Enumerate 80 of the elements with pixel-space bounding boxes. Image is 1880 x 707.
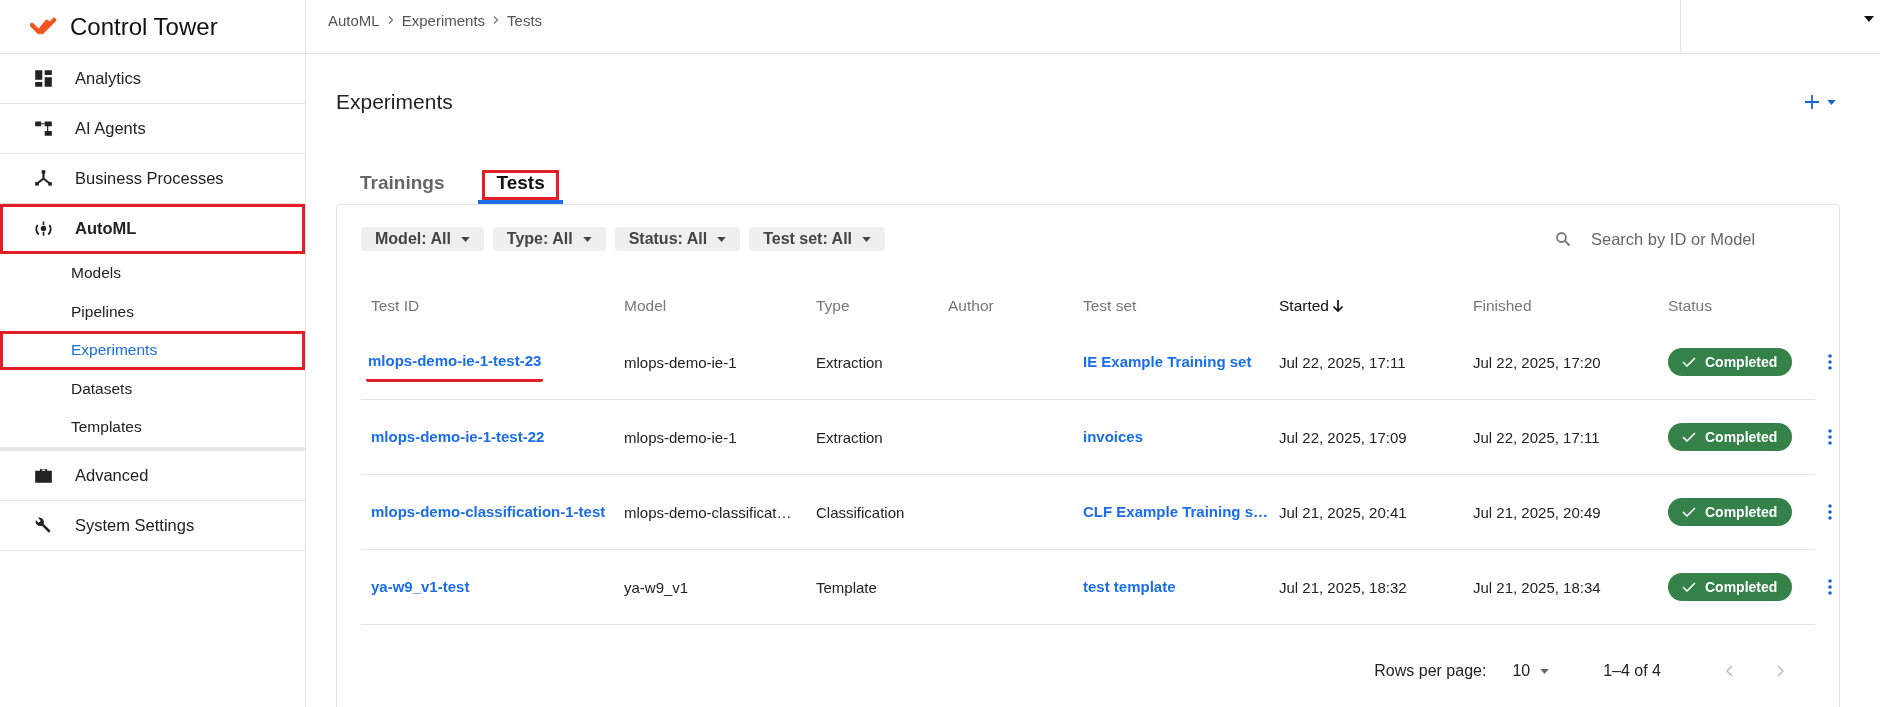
table-cell: Classification <box>816 503 905 521</box>
test-set-link[interactable]: invoices <box>1083 427 1144 447</box>
column-header[interactable]: Started <box>1269 297 1463 315</box>
arrow-down-icon <box>1332 299 1344 313</box>
filter-dropdown[interactable]: Test set: All <box>749 227 886 251</box>
rows-per-page-select[interactable]: 10 <box>1506 661 1556 681</box>
caret-down-icon <box>460 236 470 242</box>
sidebar-subitem[interactable]: Pipelines <box>0 292 305 331</box>
breadcrumb-link[interactable]: Experiments <box>401 11 486 29</box>
table-cell: Extraction <box>816 428 883 446</box>
table-cell: Extraction <box>816 353 883 371</box>
more-vertical-icon[interactable] <box>1828 579 1832 595</box>
column-header[interactable]: Test ID <box>361 297 614 315</box>
page-range: 1–4 of 4 <box>1603 662 1661 680</box>
status-badge: Completed <box>1668 498 1793 526</box>
table-cell: mlops-demo-ie-1 <box>624 428 737 446</box>
app-title: Control Tower <box>70 12 218 41</box>
table-cell: Jul 22, 2025, 17:20 <box>1473 353 1601 371</box>
tab[interactable]: Tests <box>478 166 563 204</box>
test-set-link[interactable]: IE Example Training set <box>1083 352 1252 372</box>
test-id-link[interactable]: ya-w9_v1-test <box>371 577 470 597</box>
caret-down-icon <box>1827 99 1836 105</box>
test-id-link[interactable]: mlops-demo-classification-1-test <box>371 502 606 522</box>
breadcrumb-link[interactable]: Tests <box>507 11 543 29</box>
sidebar-item[interactable]: System Settings <box>0 500 305 551</box>
column-header[interactable]: Author <box>938 297 1073 315</box>
caret-down-icon <box>862 236 872 242</box>
column-header[interactable]: Model <box>614 297 806 315</box>
sidebar-item[interactable]: AI Agents <box>0 104 305 154</box>
status-badge: Completed <box>1668 348 1793 376</box>
table-cell: Jul 21, 2025, 18:32 <box>1279 578 1407 596</box>
column-header[interactable]: Type <box>806 297 938 315</box>
sidebar-item[interactable]: Business Processes <box>0 154 305 204</box>
table-cell: mlops-demo-classificat… <box>624 503 792 521</box>
rows-per-page-label: Rows per page: <box>1374 662 1487 680</box>
table-cell: Jul 22, 2025, 17:11 <box>1279 353 1406 371</box>
table-cell: Jul 22, 2025, 17:09 <box>1279 428 1407 446</box>
page-title: Experiments <box>336 90 453 114</box>
caret-down-icon <box>1540 668 1550 674</box>
filter-dropdown[interactable]: Status: All <box>614 227 741 251</box>
sidebar-subitem[interactable]: Templates <box>0 408 305 447</box>
sidebar-subitem[interactable]: Datasets <box>0 369 305 408</box>
caret-down-icon[interactable] <box>1864 16 1874 22</box>
table-cell: Template <box>816 578 877 596</box>
status-badge: Completed <box>1668 573 1793 601</box>
cycle-icon <box>34 219 53 238</box>
sidebar-item[interactable]: AutoML <box>0 204 305 254</box>
caret-down-icon <box>717 236 727 242</box>
sidebar-item[interactable]: Analytics <box>0 54 305 104</box>
sidebar-subitem[interactable]: Experiments <box>0 331 305 370</box>
table-cell: ya-w9_v1 <box>624 578 689 596</box>
more-vertical-icon[interactable] <box>1828 429 1832 445</box>
sidebar-subitem[interactable]: Models <box>0 254 305 293</box>
status-badge: Completed <box>1668 423 1793 451</box>
search-icon <box>1555 231 1571 247</box>
branch-icon <box>34 169 53 188</box>
tab[interactable]: Trainings <box>350 166 455 204</box>
table-cell: Jul 21, 2025, 18:34 <box>1473 578 1601 596</box>
plus-icon <box>1805 95 1819 109</box>
column-header[interactable]: Finished <box>1463 297 1658 315</box>
table-cell: Jul 21, 2025, 20:41 <box>1279 503 1407 521</box>
table-cell: Jul 21, 2025, 20:49 <box>1473 503 1601 521</box>
test-id-link[interactable]: mlops-demo-ie-1-test-23 <box>366 352 544 382</box>
table-cell: Jul 22, 2025, 17:11 <box>1473 428 1600 446</box>
filter-dropdown[interactable]: Model: All <box>361 227 484 251</box>
breadcrumb-link[interactable]: AutoML <box>328 11 380 29</box>
caret-down-icon <box>582 236 592 242</box>
test-set-link[interactable]: test template <box>1083 577 1176 597</box>
filter-dropdown[interactable]: Type: All <box>492 227 606 251</box>
test-id-link[interactable]: mlops-demo-ie-1-test-22 <box>371 427 545 447</box>
sidebar-item[interactable]: Advanced <box>0 450 305 501</box>
more-vertical-icon[interactable] <box>1828 504 1832 520</box>
dashboard-icon <box>34 69 53 88</box>
column-header[interactable]: Test set <box>1073 297 1269 315</box>
wrench-icon <box>34 515 53 535</box>
table-cell: mlops-demo-ie-1 <box>624 353 737 371</box>
column-header[interactable]: Status <box>1658 297 1818 315</box>
hierarchy-icon <box>34 119 53 138</box>
more-vertical-icon[interactable] <box>1828 354 1832 370</box>
test-set-link[interactable]: CLF Example Training s… <box>1083 502 1269 522</box>
